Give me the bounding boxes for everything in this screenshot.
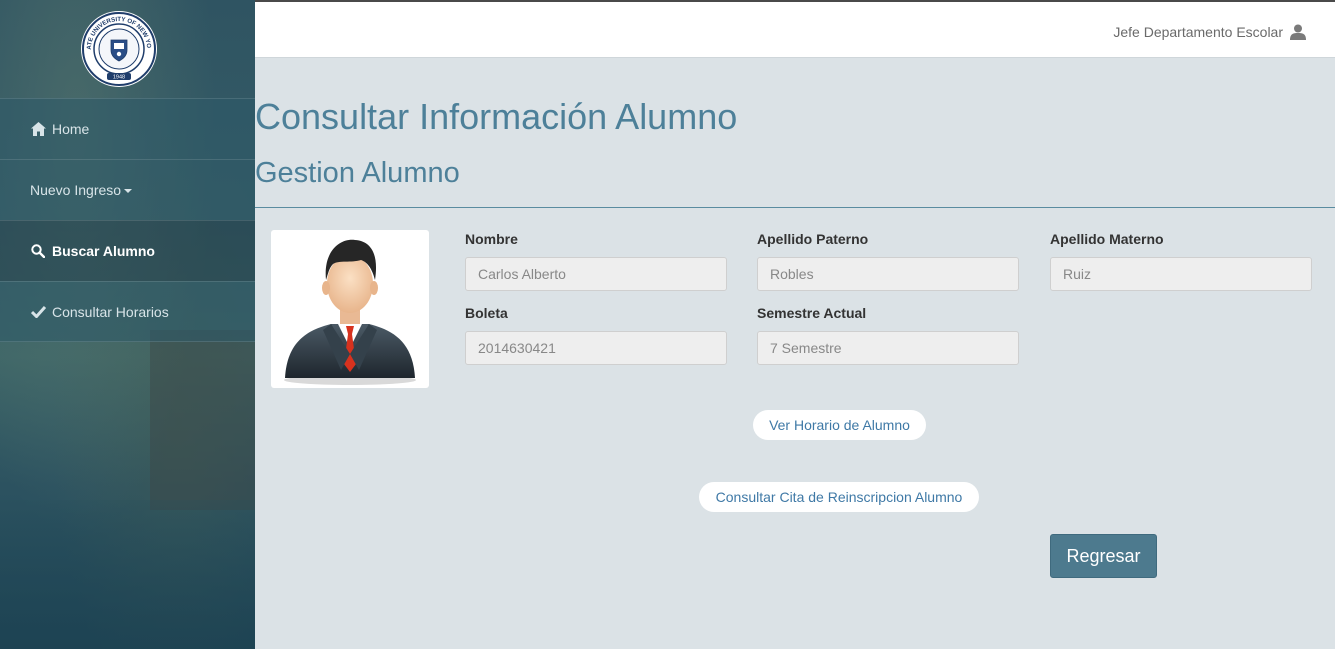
main-content: Consultar Información Alumno Gestion Alu… (255, 58, 1335, 649)
header-divider (255, 207, 1335, 208)
top-navbar: Jefe Departamento Escolar (255, 0, 1335, 58)
apellido-paterno-input[interactable] (757, 257, 1019, 291)
seal-icon: STATE UNIVERSITY OF NEW YORK 1948 (80, 10, 157, 87)
boleta-input[interactable] (465, 331, 727, 365)
student-avatar-icon (284, 239, 416, 385)
sidebar-item-label: Nuevo Ingreso (30, 182, 122, 198)
svg-text:1948: 1948 (113, 75, 125, 81)
sidebar-item-buscar-alumno[interactable]: Buscar Alumno (0, 220, 255, 281)
page-subtitle: Gestion Alumno (255, 157, 460, 189)
sidebar-item-label: Consultar Horarios (52, 303, 169, 320)
sidebar-item-nuevo-ingreso[interactable]: Nuevo Ingreso (0, 159, 255, 220)
user-icon (1290, 24, 1306, 40)
apellido-paterno-field: Apellido Paterno (757, 231, 1019, 291)
boleta-label: Boleta (465, 305, 508, 321)
apellido-materno-input[interactable] (1050, 257, 1312, 291)
search-icon (30, 243, 46, 259)
sidebar-nav: Home Nuevo Ingreso Buscar Alumno Consult… (0, 98, 255, 342)
page-title: Consultar Información Alumno (255, 96, 738, 137)
boleta-field: Boleta (465, 305, 727, 365)
sidebar: STATE UNIVERSITY OF NEW YORK 1948 Home N… (0, 0, 255, 649)
apellido-materno-label: Apellido Materno (1050, 231, 1164, 247)
consultar-cita-button[interactable]: Consultar Cita de Reinscripcion Alumno (699, 482, 979, 512)
user-role-label: Jefe Departamento Escolar (1113, 24, 1283, 40)
semestre-label: Semestre Actual (757, 305, 867, 321)
nombre-field: Nombre (465, 231, 727, 291)
sidebar-item-label: Home (52, 121, 90, 137)
regresar-button[interactable]: Regresar (1050, 534, 1157, 578)
home-icon (30, 121, 46, 137)
caret-down-icon (124, 189, 133, 193)
apellido-materno-field: Apellido Materno (1050, 231, 1312, 291)
sidebar-item-consultar-horarios[interactable]: Consultar Horarios (0, 281, 255, 342)
ver-horario-button[interactable]: Ver Horario de Alumno (753, 410, 926, 440)
apellido-paterno-label: Apellido Paterno (757, 231, 869, 247)
semestre-field: Semestre Actual (757, 305, 1019, 365)
check-icon (30, 304, 46, 320)
nombre-input[interactable] (465, 257, 727, 291)
nombre-label: Nombre (465, 231, 518, 247)
sidebar-item-label: Buscar Alumno (52, 243, 155, 259)
university-seal-logo[interactable]: STATE UNIVERSITY OF NEW YORK 1948 (80, 10, 158, 88)
user-menu[interactable]: Jefe Departamento Escolar (1113, 24, 1306, 40)
semestre-input[interactable] (757, 331, 1019, 365)
sidebar-item-home[interactable]: Home (0, 98, 255, 159)
student-photo (271, 230, 429, 388)
